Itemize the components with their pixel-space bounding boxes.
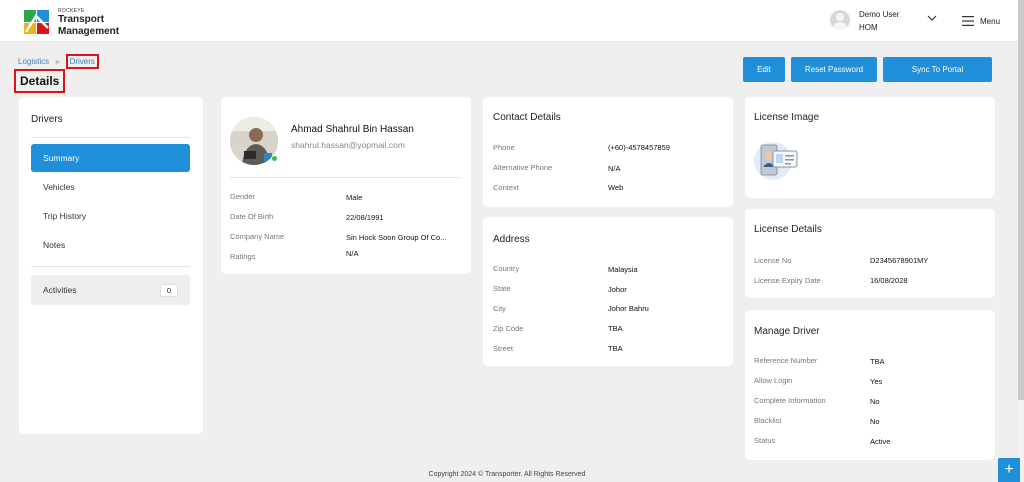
phone-value: (+60)-4578457859	[608, 143, 670, 152]
complete-info-label: Complete Information	[754, 396, 826, 405]
menu-button[interactable]: Menu	[962, 14, 1000, 28]
state-label: State	[493, 284, 511, 293]
street-label: Street	[493, 344, 514, 353]
page-title: Details	[14, 69, 66, 93]
blacklist-value[interactable]: No	[870, 417, 880, 426]
license-no-value: D2345678901MY	[870, 256, 929, 265]
complete-info-value: No	[870, 397, 880, 406]
license-expiry-value: 16/08/2028	[870, 276, 908, 285]
driver-email: shahrul.hassan@yopmail.com	[291, 140, 405, 150]
sidebar-item-summary[interactable]: Summary	[31, 144, 190, 172]
context-value: Web	[608, 183, 624, 192]
activities-count-badge: 0	[159, 283, 178, 297]
floating-add-button[interactable]: +	[998, 458, 1020, 482]
brand-name-line1: Transport	[58, 14, 105, 25]
allow-login-label: Allow Login	[754, 376, 793, 385]
state-value: Johor	[608, 285, 627, 294]
reference-number-label: Reference Number	[754, 356, 818, 365]
gender-label: Gender	[230, 192, 256, 201]
sidebar-title: Drivers	[31, 114, 63, 125]
allow-login-value[interactable]: Yes	[870, 377, 882, 386]
driver-profile-card: Ahmad Shahrul Bin Hassan shahrul.hassan@…	[221, 97, 471, 274]
page-scrollbar[interactable]	[1018, 0, 1024, 482]
city-label: City	[493, 304, 506, 313]
sync-to-portal-button[interactable]: Sync To Portal	[883, 57, 992, 82]
driver-name: Ahmad Shahrul Bin Hassan	[291, 124, 414, 135]
license-no-label: License No	[754, 256, 792, 265]
address-card: Address Country Malaysia State Johor Cit…	[483, 217, 733, 366]
license-image-card: License Image	[745, 97, 995, 198]
country-label: Country	[493, 264, 520, 273]
address-title: Address	[493, 234, 530, 245]
manage-driver-title: Manage Driver	[754, 326, 820, 337]
country-value: Malaysia	[608, 265, 638, 274]
hamburger-icon	[962, 16, 974, 26]
license-image-title: License Image	[754, 112, 820, 123]
city-value: Johor Bahru	[608, 304, 649, 313]
page-footer: Copyright 2024 © Transporter. All Rights…	[428, 471, 586, 478]
sidebar-divider	[31, 137, 190, 138]
status-value[interactable]: Active	[870, 437, 890, 446]
zip-label: Zip Code	[493, 324, 524, 333]
app-logo-icon[interactable]	[22, 6, 52, 36]
dob-label: Date Of Birth	[230, 212, 274, 221]
sidebar-item-vehicles[interactable]: Vehicles	[31, 173, 190, 201]
reset-password-button[interactable]: Reset Password	[791, 57, 877, 82]
manage-driver-card: Manage Driver Reference Number TBA Allow…	[745, 310, 995, 460]
sidebar-item-notes[interactable]: Notes	[31, 231, 190, 259]
license-expiry-label: License Expiry Date	[754, 276, 821, 285]
phone-label: Phone	[493, 143, 515, 152]
breadcrumb: Logistics » Drivers	[18, 54, 99, 69]
contact-details-card: Contact Details Phone (+60)-4578457859 A…	[483, 97, 733, 207]
menu-label: Menu	[980, 16, 1001, 26]
user-role: HOM	[859, 23, 878, 32]
scrollbar-thumb[interactable]	[1018, 0, 1024, 400]
profile-divider	[230, 177, 461, 178]
reference-number-value: TBA	[870, 357, 885, 366]
sidebar-item-activities[interactable]: Activities 0	[31, 275, 190, 305]
gender-value: Male	[346, 193, 363, 202]
breadcrumb-separator: »	[55, 57, 60, 66]
user-name[interactable]: Demo User	[859, 10, 899, 19]
dob-value: 22/08/1991	[346, 213, 384, 222]
online-status-dot	[271, 155, 278, 162]
user-avatar-icon[interactable]	[830, 10, 850, 30]
license-card-icon[interactable]	[753, 137, 799, 181]
breadcrumb-logistics[interactable]: Logistics	[18, 57, 49, 66]
top-header: ROCKEYE Transport Management Demo User H…	[0, 0, 1018, 42]
alt-phone-label: Alternative Phone	[493, 163, 553, 172]
contact-details-title: Contact Details	[493, 112, 561, 123]
context-label: Context	[493, 183, 519, 192]
ratings-value: N/A	[346, 249, 359, 258]
zip-value: TBA	[608, 324, 623, 333]
sidebar-item-trip-history[interactable]: Trip History	[31, 202, 190, 230]
company-value: Sin Hock Soon Group Of Co...	[346, 233, 447, 242]
blacklist-label: Blacklist	[754, 416, 782, 425]
activities-label: Activities	[43, 285, 77, 295]
ratings-label: Ratings	[230, 252, 256, 261]
chevron-down-icon[interactable]	[926, 12, 938, 24]
alt-phone-value: N/A	[608, 164, 621, 173]
edit-button[interactable]: Edit	[743, 57, 785, 82]
brand-name-line2: Management	[58, 26, 120, 37]
sidebar-divider	[31, 266, 190, 267]
license-details-title: License Details	[754, 224, 822, 235]
company-label: Company Name	[230, 232, 285, 241]
driver-sidebar: Drivers Summary Vehicles Trip History No…	[19, 97, 203, 434]
status-label: Status	[754, 436, 776, 445]
license-details-card: License Details License No D2345678901MY…	[745, 209, 995, 298]
breadcrumb-drivers[interactable]: Drivers	[65, 54, 99, 69]
street-value: TBA	[608, 344, 623, 353]
